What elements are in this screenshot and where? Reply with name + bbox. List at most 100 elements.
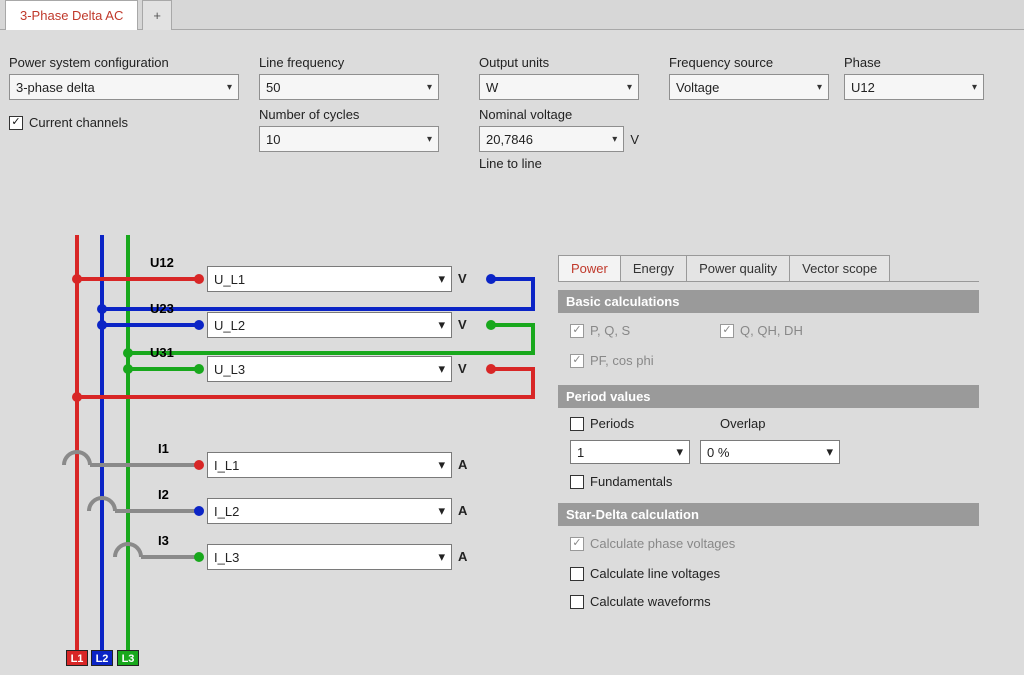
label-overlap: Overlap <box>720 416 766 431</box>
select-i3[interactable]: I_L3 ▾ <box>207 544 452 570</box>
checkbox-box <box>570 537 584 551</box>
check-qqh: Q, QH, DH <box>720 323 803 338</box>
unit-a-3: A <box>458 549 467 564</box>
checkbox-box <box>570 595 584 609</box>
select-phase[interactable]: U12 ▾ <box>844 74 984 100</box>
checkbox-box <box>570 475 584 489</box>
select-i2[interactable]: I_L2 ▾ <box>207 498 452 524</box>
select-periods-value: 1 <box>577 445 584 460</box>
select-linefreq-value: 50 <box>266 80 280 95</box>
check-periods[interactable]: Periods <box>570 416 634 431</box>
check-periods-label: Periods <box>590 416 634 431</box>
select-sysconfig-value: 3-phase delta <box>16 80 95 95</box>
chevron-down-icon: ▾ <box>826 444 833 460</box>
chevron-down-icon: ▾ <box>438 271 445 287</box>
select-cycles-value: 10 <box>266 132 280 147</box>
check-waveforms[interactable]: Calculate waveforms <box>570 594 711 609</box>
check-phase-voltages-label: Calculate phase voltages <box>590 536 735 551</box>
chevron-down-icon: ▾ <box>676 444 683 460</box>
checkbox-box <box>570 354 584 368</box>
label-u12: U12 <box>150 255 174 270</box>
subtab-quality[interactable]: Power quality <box>686 255 790 281</box>
tab-add[interactable]: + <box>142 0 172 30</box>
select-i3-value: I_L3 <box>214 550 239 565</box>
section-basic: Basic calculations <box>558 290 979 313</box>
chevron-down-icon: ▾ <box>612 134 617 145</box>
unit-a-2: A <box>458 503 467 518</box>
section-stardelta: Star-Delta calculation <box>558 503 979 526</box>
checkbox-box <box>570 324 584 338</box>
chevron-down-icon: ▾ <box>817 82 822 93</box>
label-freqsrc: Frequency source <box>669 55 829 70</box>
subtab-vector[interactable]: Vector scope <box>789 255 890 281</box>
chevron-down-icon: ▾ <box>438 549 445 565</box>
select-overlap[interactable]: 0 % ▾ <box>700 440 840 464</box>
nomvolt-unit: V <box>630 132 639 147</box>
check-pf: PF, cos phi <box>570 353 654 368</box>
label-i3: I3 <box>158 533 169 548</box>
select-u12-value: U_L1 <box>214 272 245 287</box>
section-period: Period values <box>558 385 979 408</box>
chevron-down-icon: ▾ <box>438 361 445 377</box>
subtab-energy[interactable]: Energy <box>620 255 687 281</box>
select-phase-value: U12 <box>851 80 875 95</box>
checkbox-current-channels[interactable]: Current channels <box>9 115 128 130</box>
nomvolt-hint: Line to line <box>479 156 639 171</box>
check-fundamentals[interactable]: Fundamentals <box>570 474 672 489</box>
unit-v-1: V <box>458 271 467 286</box>
select-u12[interactable]: U_L1 ▾ <box>207 266 452 292</box>
chevron-down-icon: ▾ <box>627 82 632 93</box>
label-outunits: Output units <box>479 55 639 70</box>
subtabs: Power Energy Power quality Vector scope <box>558 255 979 282</box>
select-freqsrc-value: Voltage <box>676 80 719 95</box>
select-outunits[interactable]: W ▾ <box>479 74 639 100</box>
chevron-down-icon: ▾ <box>427 82 432 93</box>
label-u23: U23 <box>150 301 174 316</box>
badge-l3: L3 <box>117 650 139 666</box>
chevron-down-icon: ▾ <box>438 317 445 333</box>
select-periods[interactable]: 1 ▾ <box>570 440 690 464</box>
check-phase-voltages: Calculate phase voltages <box>570 536 735 551</box>
label-sysconfig: Power system configuration <box>9 55 239 70</box>
select-sysconfig[interactable]: 3-phase delta ▾ <box>9 74 239 100</box>
select-i1-value: I_L1 <box>214 458 239 473</box>
select-u31[interactable]: U_L3 ▾ <box>207 356 452 382</box>
subtab-power[interactable]: Power <box>558 255 621 281</box>
chevron-down-icon: ▾ <box>972 82 977 93</box>
unit-a-1: A <box>458 457 467 472</box>
chevron-down-icon: ▾ <box>438 457 445 473</box>
checkbox-box <box>720 324 734 338</box>
label-linefreq: Line frequency <box>259 55 439 70</box>
label-i2: I2 <box>158 487 169 502</box>
label-nomvolt: Nominal voltage <box>479 107 639 122</box>
checkbox-label: Current channels <box>29 115 128 130</box>
check-line-voltages[interactable]: Calculate line voltages <box>570 566 720 581</box>
select-freqsrc[interactable]: Voltage ▾ <box>669 74 829 100</box>
select-nomvolt-value: 20,7846 <box>486 132 533 147</box>
check-line-voltages-label: Calculate line voltages <box>590 566 720 581</box>
wiring-diagram <box>55 235 555 665</box>
label-phase: Phase <box>844 55 984 70</box>
chevron-down-icon: ▾ <box>227 82 232 93</box>
checkbox-box <box>9 116 23 130</box>
badge-l2: L2 <box>91 650 113 666</box>
select-cycles[interactable]: 10 ▾ <box>259 126 439 152</box>
select-u23[interactable]: U_L2 ▾ <box>207 312 452 338</box>
select-outunits-value: W <box>486 80 498 95</box>
checkbox-box <box>570 567 584 581</box>
chevron-down-icon: ▾ <box>427 134 432 145</box>
label-cycles: Number of cycles <box>259 107 439 122</box>
select-u31-value: U_L3 <box>214 362 245 377</box>
label-u31: U31 <box>150 345 174 360</box>
select-linefreq[interactable]: 50 ▾ <box>259 74 439 100</box>
unit-v-2: V <box>458 317 467 332</box>
unit-v-3: V <box>458 361 467 376</box>
tab-main[interactable]: 3-Phase Delta AC <box>5 0 138 30</box>
select-nomvolt[interactable]: 20,7846 ▾ <box>479 126 624 152</box>
check-pqs: P, Q, S <box>570 323 630 338</box>
check-fundamentals-label: Fundamentals <box>590 474 672 489</box>
select-i1[interactable]: I_L1 ▾ <box>207 452 452 478</box>
checkbox-box <box>570 417 584 431</box>
check-waveforms-label: Calculate waveforms <box>590 594 711 609</box>
check-pf-label: PF, cos phi <box>590 353 654 368</box>
